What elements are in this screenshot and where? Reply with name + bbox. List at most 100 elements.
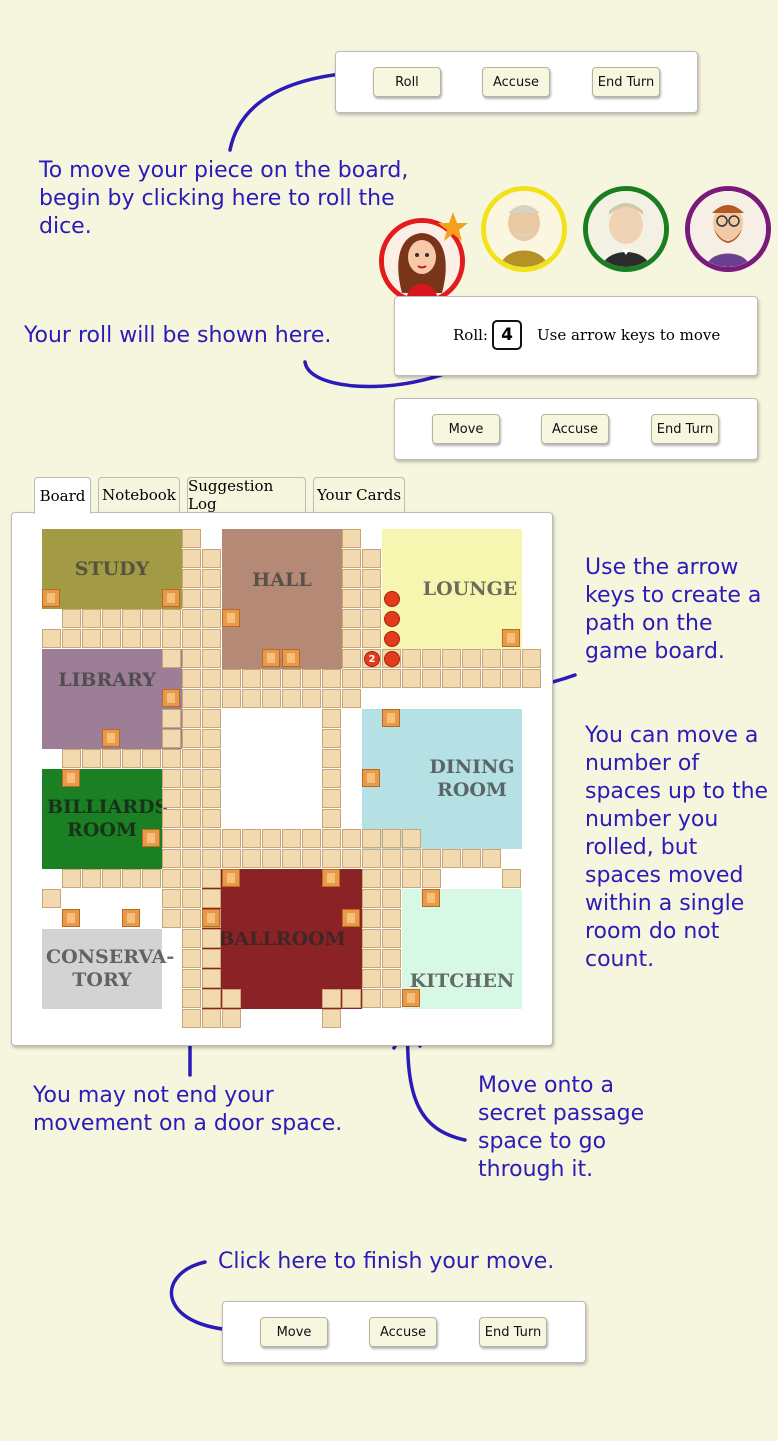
- board-space[interactable]: [182, 889, 201, 908]
- board-space[interactable]: [502, 869, 521, 888]
- board-space[interactable]: [522, 669, 541, 688]
- board-space[interactable]: [202, 769, 221, 788]
- door-space[interactable]: [222, 609, 240, 627]
- board-space[interactable]: [42, 889, 61, 908]
- board-space[interactable]: [142, 609, 161, 628]
- path-marker[interactable]: [384, 591, 400, 607]
- board-space[interactable]: [202, 589, 221, 608]
- door-space[interactable]: [402, 989, 420, 1007]
- move-button[interactable]: Move: [432, 414, 500, 444]
- board-space[interactable]: [342, 609, 361, 628]
- board-space[interactable]: [262, 689, 281, 708]
- board-space[interactable]: [182, 809, 201, 828]
- tab-your-cards[interactable]: Your Cards: [313, 477, 405, 512]
- board-space[interactable]: [262, 849, 281, 868]
- board-space[interactable]: [482, 649, 501, 668]
- board-space[interactable]: [202, 629, 221, 648]
- board-space[interactable]: [202, 969, 221, 988]
- board-space[interactable]: [382, 669, 401, 688]
- room-hall[interactable]: HALL: [222, 529, 342, 669]
- board-space[interactable]: [342, 569, 361, 588]
- board-space[interactable]: [182, 649, 201, 668]
- board-space[interactable]: [102, 869, 121, 888]
- path-marker[interactable]: [384, 611, 400, 627]
- board-space[interactable]: [182, 849, 201, 868]
- board-space[interactable]: [182, 789, 201, 808]
- board-space[interactable]: [202, 1009, 221, 1028]
- board-space[interactable]: [182, 589, 201, 608]
- board-space[interactable]: [342, 589, 361, 608]
- board-space[interactable]: [182, 1009, 201, 1028]
- board-space[interactable]: [182, 949, 201, 968]
- board-space[interactable]: [402, 829, 421, 848]
- board-space[interactable]: [462, 669, 481, 688]
- board-space[interactable]: [522, 649, 541, 668]
- board-space[interactable]: [202, 669, 221, 688]
- board-space[interactable]: [182, 729, 201, 748]
- board-space[interactable]: [182, 529, 201, 548]
- board-space[interactable]: [162, 729, 181, 748]
- board-space[interactable]: [402, 649, 421, 668]
- board-space[interactable]: [462, 649, 481, 668]
- board-space[interactable]: [442, 649, 461, 668]
- board-space[interactable]: [62, 629, 81, 648]
- board-space[interactable]: [202, 789, 221, 808]
- board-space[interactable]: [62, 869, 81, 888]
- board-space[interactable]: [242, 849, 261, 868]
- door-space[interactable]: [362, 769, 380, 787]
- room-study[interactable]: STUDY: [42, 529, 182, 609]
- board-space[interactable]: [42, 629, 61, 648]
- board-space[interactable]: [242, 669, 261, 688]
- board-space[interactable]: [342, 629, 361, 648]
- board-space[interactable]: [382, 929, 401, 948]
- board-space[interactable]: [322, 809, 341, 828]
- board-space[interactable]: [202, 749, 221, 768]
- board-space[interactable]: [362, 889, 381, 908]
- board-space[interactable]: [382, 849, 401, 868]
- board-space[interactable]: [62, 749, 81, 768]
- board-space[interactable]: [342, 829, 361, 848]
- tab-suggestion-log[interactable]: Suggestion Log: [187, 477, 306, 513]
- room-ballroom[interactable]: BALLROOM: [202, 869, 362, 1009]
- board-space[interactable]: [182, 629, 201, 648]
- board-space[interactable]: [202, 709, 221, 728]
- board-space[interactable]: [202, 569, 221, 588]
- door-space[interactable]: [42, 589, 60, 607]
- roll-button[interactable]: Roll: [373, 67, 441, 97]
- door-space[interactable]: [262, 649, 280, 667]
- board-space[interactable]: [142, 749, 161, 768]
- door-space[interactable]: [162, 689, 180, 707]
- board-space[interactable]: [202, 809, 221, 828]
- board-space[interactable]: [142, 869, 161, 888]
- board-space[interactable]: [162, 909, 181, 928]
- board-space[interactable]: [222, 689, 241, 708]
- board-space[interactable]: [182, 929, 201, 948]
- board-space[interactable]: [122, 869, 141, 888]
- board-space[interactable]: [162, 789, 181, 808]
- board-space[interactable]: [502, 669, 521, 688]
- board-space[interactable]: [122, 629, 141, 648]
- board-space[interactable]: [202, 849, 221, 868]
- board-space[interactable]: [262, 829, 281, 848]
- board-space[interactable]: [222, 849, 241, 868]
- board-space[interactable]: [182, 869, 201, 888]
- door-space[interactable]: [502, 629, 520, 647]
- board-space[interactable]: [362, 849, 381, 868]
- door-space[interactable]: [282, 649, 300, 667]
- board-space[interactable]: [302, 849, 321, 868]
- board-space[interactable]: [322, 729, 341, 748]
- board-space[interactable]: [322, 789, 341, 808]
- board-space[interactable]: [122, 609, 141, 628]
- board-space[interactable]: [342, 849, 361, 868]
- board-space[interactable]: [202, 989, 221, 1008]
- room-lounge[interactable]: LOUNGE: [382, 529, 522, 649]
- board-space[interactable]: [302, 829, 321, 848]
- board-space[interactable]: [82, 629, 101, 648]
- board-space[interactable]: [382, 969, 401, 988]
- board-space[interactable]: [262, 669, 281, 688]
- move-button[interactable]: Move: [260, 1317, 328, 1347]
- board-space[interactable]: [402, 669, 421, 688]
- board-space[interactable]: [222, 1009, 241, 1028]
- board-space[interactable]: [362, 569, 381, 588]
- room-kitchen[interactable]: KITCHEN: [402, 889, 522, 1009]
